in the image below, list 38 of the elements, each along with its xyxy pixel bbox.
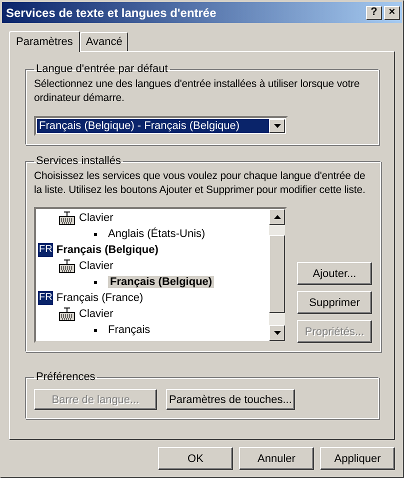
- preference-button[interactable]: Paramètres de touches...: [166, 389, 295, 410]
- keyboard-icon: [58, 211, 76, 225]
- description-text: Choisissez les services que vous voulez pour chaque langue d'entrée de la liste. Utilisez les boutons Ajouter et Supprimer pour modifier cette liste.: [34, 169, 366, 197]
- tree-item[interactable]: Clavier: [79, 260, 114, 272]
- tree-item[interactable]: Anglais (États-Unis): [108, 228, 206, 240]
- keyboard-icon: [58, 259, 76, 273]
- language-badge: FR: [38, 291, 54, 305]
- window-title: Services de texte et langues d'entrée: [6, 6, 218, 20]
- scroll-down-icon: [274, 331, 280, 335]
- language-badge: FR: [38, 243, 54, 257]
- tree-item[interactable]: Clavier: [79, 212, 114, 224]
- language-dropdown[interactable]: Français (Belgique) - Français (Belgique): [34, 116, 288, 136]
- tree-item[interactable]: Français (France): [56, 292, 144, 304]
- dialog-button[interactable]: Appliquer: [320, 447, 395, 470]
- tree-item[interactable]: Français (Belgique): [56, 244, 158, 256]
- close-button[interactable]: ×: [384, 6, 400, 20]
- group-title: Préférences: [35, 371, 96, 383]
- bullet-icon: [94, 232, 97, 236]
- bullet-icon: [94, 328, 97, 332]
- scroll-up-icon: [274, 215, 280, 219]
- description-text: Sélectionnez une des langues d'entrée installées à utiliser lorsque votre ordinateur démarre.: [34, 77, 361, 105]
- dropdown-arrow-icon: [274, 124, 280, 128]
- tree-item[interactable]: Français: [108, 324, 150, 336]
- action-button[interactable]: Ajouter...: [297, 262, 372, 285]
- scrollbar[interactable]: [269, 209, 285, 341]
- tab[interactable]: Avancé: [80, 32, 128, 51]
- tab[interactable]: Paramètres: [9, 31, 80, 52]
- bullet-icon: [94, 280, 97, 284]
- keyboard-icon: [58, 307, 76, 321]
- help-button[interactable]: ?: [366, 6, 382, 20]
- tree-item[interactable]: Français (Belgique): [108, 276, 214, 288]
- action-button[interactable]: Supprimer: [297, 291, 372, 314]
- group-title: Services installés: [35, 155, 122, 167]
- dialog-button[interactable]: OK: [158, 447, 233, 470]
- group-title: Langue d'entrée par défaut: [35, 63, 169, 75]
- dialog-button[interactable]: Annuler: [239, 447, 314, 470]
- tree-item[interactable]: Clavier: [79, 308, 114, 320]
- services-tree[interactable]: Clavier Anglais (États-Unis) FR Français (Belgique) Clavier Français (Belgique) FR Français (France) Clavier Français: [34, 207, 287, 343]
